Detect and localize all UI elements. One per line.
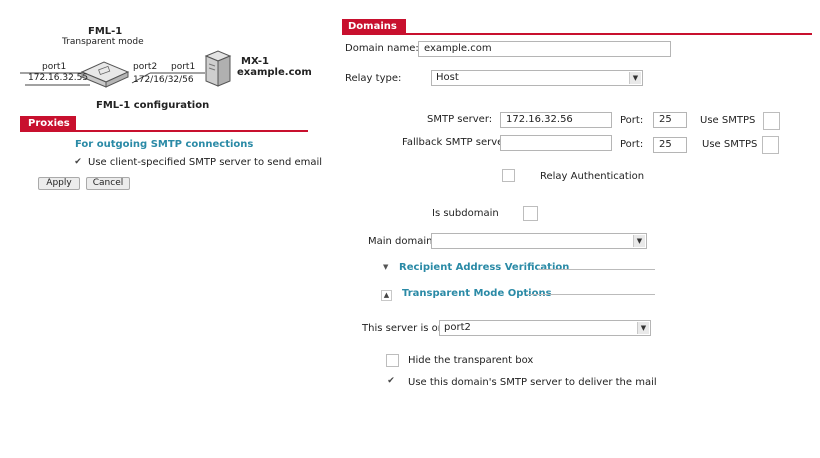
chevron-down-icon: ▼: [637, 322, 649, 334]
relay-auth-checkbox[interactable]: [502, 169, 515, 182]
proxies-tab-bar: Proxies: [20, 116, 308, 132]
relay-type-value: Host: [436, 72, 459, 83]
smtp-server-label: SMTP server:: [427, 114, 493, 125]
this-server-label: This server is on: [362, 323, 445, 334]
server-icon: [204, 50, 232, 87]
ip-left: 172.16.32.55: [28, 73, 89, 83]
use-smtps-checkbox[interactable]: [763, 112, 780, 130]
smtp-port-input[interactable]: 25: [653, 112, 687, 128]
this-server-select[interactable]: port2 ▼: [439, 320, 651, 336]
fallback-port-label: Port:: [620, 139, 644, 150]
hide-transparent-label: Hide the transparent box: [408, 355, 534, 366]
fallback-smtp-input[interactable]: [500, 135, 612, 151]
is-subdomain-checkbox[interactable]: [523, 206, 538, 221]
relay-type-select[interactable]: Host ▼: [431, 70, 643, 86]
fallback-smtps-label: Use SMTPS: [702, 139, 758, 150]
smtp-server-input[interactable]: 172.16.32.56: [500, 112, 612, 128]
outgoing-smtp-title: For outgoing SMTP connections: [75, 139, 254, 150]
use-domain-smtp-label: Use this domain's SMTP server to deliver…: [408, 377, 657, 388]
hide-transparent-checkbox[interactable]: [386, 354, 399, 367]
section-divider: [526, 294, 655, 295]
use-smtps-label: Use SMTPS: [700, 115, 756, 126]
client-smtp-checkbox[interactable]: ✔: [73, 158, 83, 168]
main-domain-select[interactable]: ▼: [431, 233, 647, 249]
use-domain-smtp-checkbox[interactable]: ✔: [386, 377, 396, 387]
tab-domains[interactable]: Domains: [342, 19, 406, 35]
recipient-verification-section[interactable]: Recipient Address Verification: [399, 262, 569, 273]
domain-name-input[interactable]: example.com: [418, 41, 671, 57]
chevron-down-icon: ▼: [629, 72, 641, 84]
domains-tab-bar: Domains: [342, 19, 812, 35]
tab-proxies[interactable]: Proxies: [20, 116, 76, 132]
fml-name: FML-1: [88, 26, 123, 37]
smtp-port-label: Port:: [620, 115, 644, 126]
chevron-down-icon: ▼: [633, 235, 645, 247]
section-divider: [538, 269, 655, 270]
relay-type-label: Relay type:: [345, 73, 402, 84]
domain-name-label: Domain name:: [345, 43, 419, 54]
diagram-caption: FML-1 configuration: [96, 100, 210, 111]
main-domain-label: Main domain:: [368, 236, 436, 247]
client-smtp-label: Use client-specified SMTP server to send…: [88, 157, 323, 168]
is-subdomain-label: Is subdomain: [432, 208, 499, 219]
fallback-port-input[interactable]: 25: [653, 137, 687, 153]
collapse-arrow-icon[interactable]: ▼: [383, 263, 388, 271]
ip-right: 172/16/32/56: [133, 75, 194, 85]
apply-button[interactable]: Apply: [38, 177, 80, 190]
relay-auth-label: Relay Authentication: [540, 171, 645, 182]
fallback-smtps-checkbox[interactable]: [762, 136, 779, 154]
cancel-button[interactable]: Cancel: [86, 177, 130, 190]
mx-domain: example.com: [237, 67, 312, 78]
this-server-value: port2: [444, 322, 471, 333]
fallback-smtp-label: Fallback SMTP server:: [402, 137, 511, 148]
expand-arrow-icon[interactable]: ▲: [381, 290, 392, 301]
mx-name: MX-1: [241, 56, 269, 67]
fml-mode: Transparent mode: [62, 37, 144, 47]
